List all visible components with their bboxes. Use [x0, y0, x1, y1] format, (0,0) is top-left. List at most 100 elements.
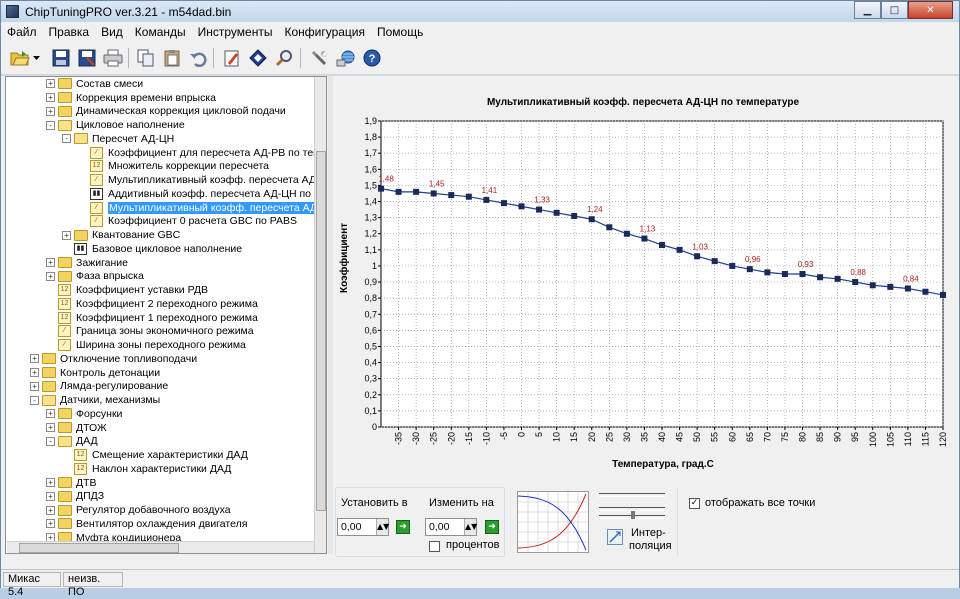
arrow-right-icon: ➜ [488, 522, 496, 532]
tree-item[interactable]: + Коррекция времени впрыска [46, 91, 216, 105]
paste-button[interactable] [161, 47, 183, 69]
expand-icon[interactable]: + [46, 79, 55, 89]
save-as-button[interactable] [76, 47, 98, 69]
collapse-icon[interactable]: - [46, 436, 55, 446]
tree-item[interactable]: ⁄ Мультипликативный коэфф. пересчета АД-Ц… [90, 173, 326, 187]
search-button[interactable] [273, 47, 295, 69]
expand-icon[interactable]: + [46, 423, 55, 433]
expand-icon[interactable]: + [46, 505, 55, 515]
change-value-spinner[interactable]: ▲▼ [464, 519, 477, 535]
tree-item[interactable]: + Форсунки [46, 407, 122, 421]
menu-configuration[interactable]: Конфигурация [278, 25, 371, 39]
percent-checkbox[interactable] [429, 541, 440, 552]
tree-item[interactable]: + Контроль детонации [30, 366, 160, 380]
y-tick-label: 0,7 [364, 309, 377, 319]
maximize-button[interactable]: □ [881, 1, 908, 19]
tree-item[interactable]: + Фаза впрыска [46, 270, 144, 284]
collapse-icon[interactable]: - [30, 395, 39, 405]
tree-item[interactable]: - ДАД [46, 435, 98, 449]
expand-icon[interactable]: + [46, 258, 55, 268]
tree-item[interactable]: + Вентилятор охлаждения двигателя [46, 517, 247, 531]
tree-item[interactable]: 12 Коэффициент 2 переходного режима [58, 297, 258, 311]
open-button[interactable] [9, 47, 31, 69]
undo-button[interactable] [187, 47, 209, 69]
expand-icon[interactable]: + [30, 368, 39, 378]
collapse-icon[interactable]: - [46, 120, 55, 130]
tree-item[interactable]: - Пересчет АД-ЦН [62, 132, 174, 146]
apply-set-button[interactable]: ➜ [396, 520, 410, 534]
menu-edit[interactable]: Правка [43, 25, 96, 39]
tree-item[interactable]: + Состав смеси [46, 77, 143, 91]
tree-item[interactable]: + ДПДЗ [46, 490, 104, 504]
help-button[interactable]: ? [361, 47, 383, 69]
expand-icon[interactable]: + [62, 230, 71, 240]
parameter-tree[interactable]: + Состав смеси + Коррекция времени впрыска +… [5, 76, 327, 554]
open-dropdown-button[interactable] [32, 47, 42, 69]
expand-icon[interactable]: + [46, 478, 55, 488]
tree-item[interactable]: + Лямда-регулирование [30, 380, 168, 394]
tree-item[interactable]: + ДТОЖ [46, 421, 107, 435]
tree-horizontal-scrollbar[interactable] [7, 541, 314, 553]
tree-item[interactable]: - Цикловое наполнение [46, 118, 185, 132]
chart-plot[interactable]: 0 0,1 0,2 0,3 0,4 0,5 0,6 0,7 0,8 0,9 1 1,1 1,2 1,3 1,… [333, 78, 957, 458]
expand-icon[interactable]: + [30, 354, 39, 364]
tools-button[interactable] [309, 47, 331, 69]
tree-item[interactable]: 12 Коэффициент 1 переходного режима [58, 311, 258, 325]
diamond-button[interactable] [247, 47, 269, 69]
tree-item[interactable]: ⁄ Мультипликативный коэфф. пересчета АД-Ц… [90, 201, 326, 215]
menu-help[interactable]: Помощь [371, 25, 429, 39]
tree-item[interactable]: + Регулятор добавочного воздуха [46, 503, 231, 517]
tree-item[interactable]: ▮▮ Базовое цикловое наполнение [74, 242, 242, 256]
tree-item[interactable]: + Квантование GBC [62, 228, 180, 242]
tree-item[interactable]: 12 Наклон характеристики ДАД [74, 462, 231, 476]
x-tick-label: -35 [394, 432, 404, 445]
folder-icon [58, 477, 72, 489]
tree-item[interactable]: 12 Смещение характеристики ДАД [74, 448, 248, 462]
tree-item[interactable]: ⁄ Ширина зоны переходного режима [58, 338, 246, 352]
tree-item[interactable]: 12 Множитель коррекции пересчета [90, 160, 269, 174]
set-value-spinner[interactable]: ▲▼ [376, 519, 389, 535]
tree-item[interactable]: + Отключение топливоподачи [30, 352, 197, 366]
tree-hscroll-thumb[interactable] [19, 543, 179, 553]
value-icon: 12 [58, 297, 71, 310]
tree-item[interactable]: ⁄ Коэффициент для пересчета АД-РВ по темп… [90, 146, 326, 160]
expand-icon[interactable]: + [46, 93, 55, 103]
menu-file[interactable]: Файл [1, 25, 43, 39]
apply-change-button[interactable]: ➜ [485, 520, 499, 534]
menu-commands[interactable]: Команды [129, 25, 192, 39]
tree-vscroll-thumb[interactable] [316, 151, 326, 511]
expand-icon[interactable]: + [46, 491, 55, 501]
slider-track-1[interactable] [599, 493, 665, 497]
edit-button[interactable] [221, 47, 243, 69]
expand-icon[interactable]: + [46, 409, 55, 419]
tree-item[interactable]: + ДТВ [46, 476, 97, 490]
minimize-button[interactable]: ▁ [854, 1, 881, 19]
menu-view[interactable]: Вид [95, 25, 129, 39]
title-bar[interactable]: ChipTuningPRO ver.3.21 - m54dad.bin ▁ □ … [1, 1, 959, 22]
expand-icon[interactable]: + [46, 271, 55, 281]
tree-item[interactable]: - Датчики, механизмы [30, 393, 160, 407]
interpolation-button[interactable] [607, 529, 623, 545]
tree-item[interactable]: ⁄ Коэффициент 0 расчета GBC по PABS [90, 215, 297, 229]
menu-tools[interactable]: Инструменты [192, 25, 279, 39]
show-all-points-checkbox[interactable]: ✓ [689, 498, 700, 509]
save-button[interactable] [50, 47, 72, 69]
tree-vertical-scrollbar[interactable] [314, 77, 326, 553]
expand-icon[interactable]: + [46, 519, 55, 529]
copy-button[interactable] [135, 47, 157, 69]
network-button[interactable] [335, 47, 357, 69]
tree-item[interactable]: ▮▮ Аддитивный коэфф. пересчета АД-ЦН по д… [90, 187, 326, 201]
print-button[interactable] [102, 47, 124, 69]
tree-item[interactable]: ⁄ Граница зоны экономичного режима [58, 325, 254, 339]
search-icon [275, 50, 292, 67]
close-button[interactable]: ✕ [908, 1, 953, 19]
tree-item[interactable]: 12 Коэффициент уставки РДВ [58, 283, 208, 297]
expand-icon[interactable]: + [30, 381, 39, 391]
tree-item[interactable]: + Зажигание [46, 256, 128, 270]
chart-x-axis-label: Температура, град.С [612, 459, 714, 470]
tree-item[interactable]: + Динамическая коррекция цикловой подачи [46, 105, 286, 119]
expand-icon[interactable]: + [46, 106, 55, 116]
collapse-icon[interactable]: - [62, 134, 71, 144]
curve-preview[interactable] [517, 491, 589, 553]
slider-thumb[interactable] [631, 511, 635, 519]
